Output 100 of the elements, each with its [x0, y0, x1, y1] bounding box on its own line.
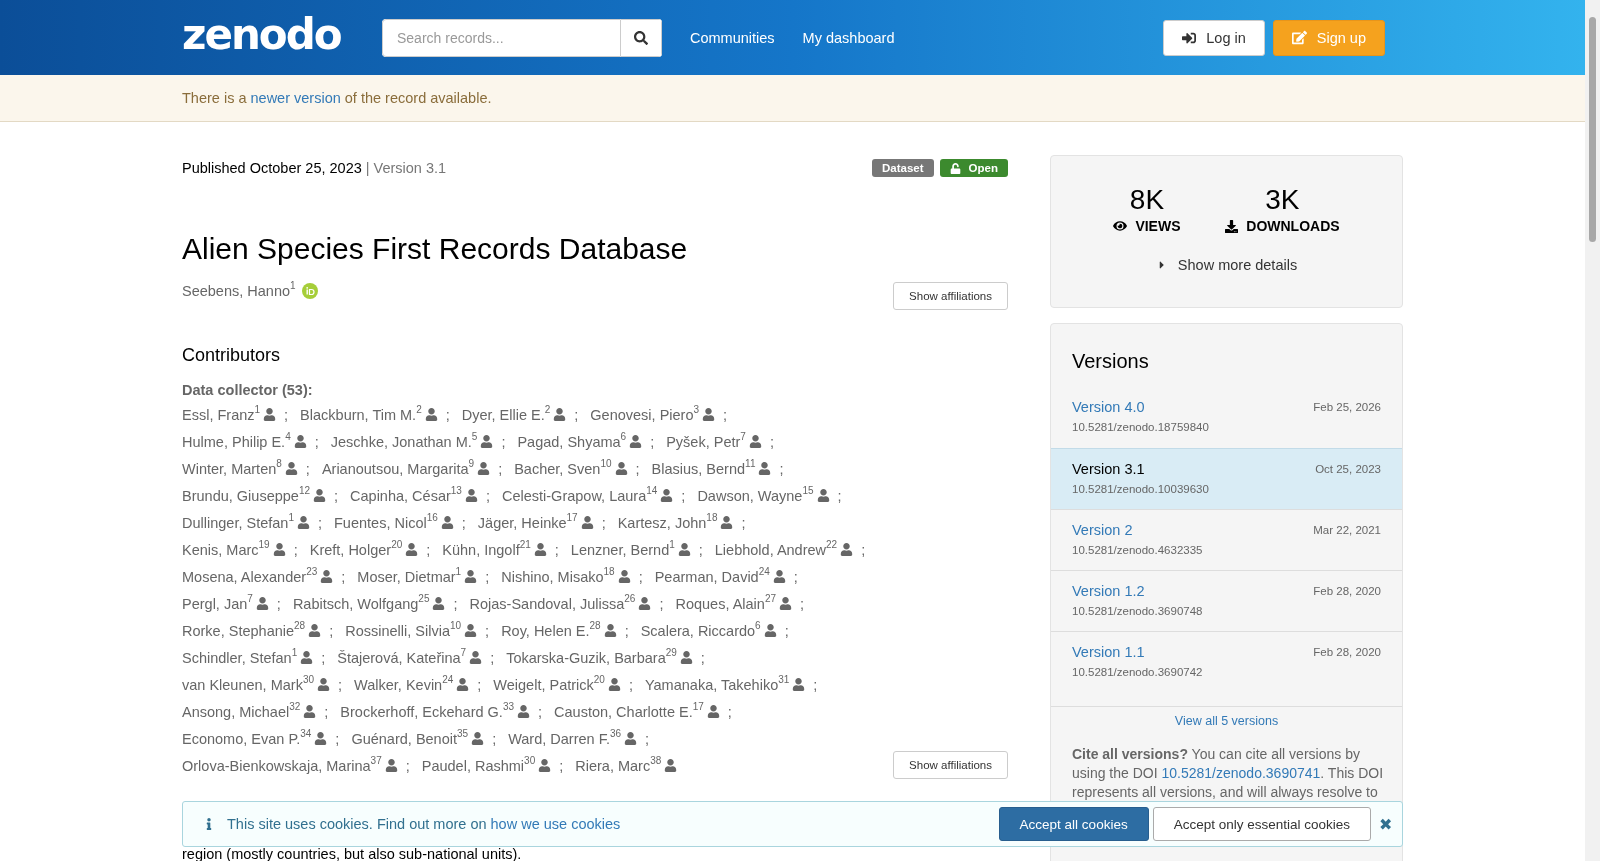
separator: ;: [538, 703, 543, 720]
person-icon: [477, 462, 491, 475]
contributor-name[interactable]: Bacher, Sven$^{10}$: [514, 458, 612, 479]
version-row[interactable]: Version 1.2 Feb 28, 2020 10.5281/zenodo.3690748: [1051, 570, 1402, 631]
contributor-name[interactable]: Brundu, Giuseppe$^{12}$: [182, 485, 310, 506]
contributor-name[interactable]: Capinha, César$^{13}$: [350, 485, 462, 506]
contributor-name[interactable]: Fuentes, Nicol$^{16}$: [334, 512, 438, 533]
contributor-name[interactable]: Rossinelli, Silvia$^{10}$: [345, 620, 462, 641]
version-row[interactable]: Version 3.1 Oct 25, 2023 10.5281/zenodo.10039630: [1051, 448, 1402, 509]
person-icon: [300, 651, 314, 664]
contributor-name[interactable]: Kühn, Ingolf$^{21}$: [442, 539, 531, 560]
version-link[interactable]: Version 1.1: [1072, 644, 1145, 660]
nav-link[interactable]: Communities: [690, 29, 775, 46]
contributor-name[interactable]: Essl, Franz$^{1}$: [182, 404, 261, 425]
contributor-name[interactable]: Rojas-Sandoval, Julissa$^{26}$: [469, 593, 636, 614]
contributor-name[interactable]: Dyer, Ellie E.$^{2}$: [461, 404, 551, 425]
person-icon: [424, 408, 438, 421]
contributor-name[interactable]: Hulme, Philip E.$^{4}$: [182, 431, 291, 452]
contributor-name[interactable]: Mosena, Alexander$^{23}$: [182, 566, 318, 587]
contributor-name[interactable]: Nishino, Misako$^{18}$: [501, 566, 615, 587]
separator: ;: [601, 514, 606, 531]
creator-name[interactable]: Seebens, Hanno$^{1}$: [182, 281, 296, 301]
show-affiliations-button[interactable]: Show affiliations: [893, 751, 1008, 779]
contributor-name[interactable]: Tokarska-Guzik, Barbara$^{29}$: [506, 647, 677, 668]
newer-version-link[interactable]: newer version: [250, 90, 341, 106]
contributor-name[interactable]: Štajerová, Kateřina$^{7}$: [337, 647, 467, 668]
cookie-policy-link[interactable]: how we use cookies: [490, 816, 621, 832]
contributor-name[interactable]: Orlova-Bienkowskaja, Marina$^{37}$: [182, 755, 382, 776]
contributor-name[interactable]: Pyšek, Petr$^{7}$: [666, 431, 746, 452]
show-affiliations-button[interactable]: Show affiliations: [893, 282, 1008, 310]
contributor-name[interactable]: Dawson, Wayne$^{15}$: [697, 485, 814, 506]
contributor-name[interactable]: Rorke, Stephanie$^{28}$: [182, 620, 306, 641]
contributor-name[interactable]: Economo, Evan P.$^{34}$: [182, 728, 312, 749]
contributor-name[interactable]: Yamanaka, Takehiko$^{31}$: [644, 674, 790, 695]
logo[interactable]: zenodo: [182, 13, 382, 56]
contributor-name[interactable]: Paudel, Rashmi$^{30}$: [421, 755, 536, 776]
contributor-name[interactable]: van Kleunen, Mark$^{30}$: [182, 674, 315, 695]
contributor-name[interactable]: Ansong, Michael$^{32}$: [182, 701, 301, 722]
contributor-name[interactable]: Winter, Marten$^{8}$: [182, 458, 282, 479]
contributor-name[interactable]: Ward, Darren F.$^{36}$: [508, 728, 622, 749]
contributor-name[interactable]: Blasius, Bernd$^{11}$: [651, 458, 756, 479]
contributor-name[interactable]: Riera, Marc$^{38}$: [575, 755, 662, 776]
contributor-name[interactable]: Walker, Kevin$^{24}$: [354, 674, 454, 695]
contributor-name[interactable]: Celesti-Grapow, Laura$^{14}$: [501, 485, 658, 506]
close-button[interactable]: ✖: [1379, 814, 1392, 834]
separator: ;: [645, 730, 650, 747]
contributor-name[interactable]: Lenzner, Bernd$^{1}$: [570, 539, 675, 560]
contributor-name[interactable]: Liebhold, Andrew$^{22}$: [714, 539, 838, 560]
contributor-name[interactable]: Kreft, Holger$^{20}$: [309, 539, 403, 560]
person-icon: [763, 624, 777, 637]
contributor-name[interactable]: Kenis, Marc$^{19}$: [182, 539, 270, 560]
contributor-name[interactable]: Guénard, Benoit$^{35}$: [351, 728, 469, 749]
separator: ;: [477, 676, 482, 693]
separator: ;: [485, 622, 490, 639]
contributor-name[interactable]: Jeschke, Jonathan M.$^{5}$: [330, 431, 478, 452]
contributor-name[interactable]: Genovesi, Piero$^{3}$: [590, 404, 700, 425]
view-all-versions-link[interactable]: View all 5 versions: [1051, 706, 1402, 731]
orcid-icon[interactable]: [301, 283, 318, 299]
separator: ;: [498, 460, 503, 477]
version-link[interactable]: Version 1.2: [1072, 583, 1145, 599]
show-more-details-button[interactable]: Show more details: [1149, 256, 1304, 274]
contributor-name[interactable]: Pagad, Shyama$^{6}$: [517, 431, 627, 452]
contributor-name[interactable]: Schindler, Stefan$^{1}$: [182, 647, 298, 668]
version-row[interactable]: Version 1.1 Feb 28, 2020 10.5281/zenodo.3690742: [1051, 631, 1402, 692]
separator: ;: [293, 541, 298, 558]
contributor-name[interactable]: Brockerhoff, Eckehard G.$^{33}$: [340, 701, 514, 722]
search-field[interactable]: Search records...: [382, 18, 621, 57]
contributor-name[interactable]: Moser, Dietmar$^{1}$: [357, 566, 462, 587]
login-button[interactable]: Log in: [1163, 19, 1265, 56]
version-row[interactable]: Version 2 Mar 22, 2021 10.5281/zenodo.4632335: [1051, 509, 1402, 570]
contributor-name[interactable]: Roy, Helen E.$^{28}$: [501, 620, 601, 641]
version-link[interactable]: Version 4.0: [1072, 399, 1145, 415]
contributor-name[interactable]: Jäger, Heinke$^{17}$: [477, 512, 578, 533]
version-row[interactable]: Version 4.0 Feb 25, 2026 10.5281/zenodo.18759840: [1051, 387, 1402, 448]
contributor-name[interactable]: Weigelt, Patrick$^{20}$: [493, 674, 605, 695]
contributor-name[interactable]: Kartesz, John$^{18}$: [617, 512, 718, 533]
accept-all-button[interactable]: Accept all cookies: [998, 807, 1149, 841]
contributor-name[interactable]: Dullinger, Stefan$^{1}$: [182, 512, 294, 533]
contributor-name[interactable]: Blackburn, Tim M.$^{2}$: [300, 404, 422, 425]
version-link[interactable]: Version 3.1: [1072, 461, 1145, 477]
accept-essential-button[interactable]: Accept only essential cookies: [1152, 807, 1371, 841]
person-icon: [293, 435, 307, 448]
version-link[interactable]: Version 2: [1072, 522, 1133, 538]
contributor-name[interactable]: Arianoutsou, Margarita$^{9}$: [321, 458, 475, 479]
separator: ;: [276, 595, 281, 612]
contributor-name[interactable]: Rabitsch, Wolfgang$^{25}$: [292, 593, 430, 614]
contributor-name[interactable]: Pergl, Jan$^{7}$: [182, 593, 253, 614]
contributor-name[interactable]: Pearman, David$^{24}$: [654, 566, 770, 587]
contributor-name[interactable]: Causton, Charlotte E.$^{17}$: [554, 701, 704, 722]
scrollbar[interactable]: [1585, 0, 1600, 861]
nav-link[interactable]: My dashboard: [802, 29, 895, 46]
record-title: Alien Species First Records Database: [182, 231, 689, 267]
scrollbar-thumb[interactable]: [1589, 17, 1596, 242]
separator: ;: [628, 676, 633, 693]
search-button[interactable]: [621, 18, 662, 57]
contributor-name[interactable]: Roques, Alain$^{27}$: [675, 593, 777, 614]
person-icon: [464, 624, 478, 637]
separator: ;: [861, 541, 866, 558]
contributor-name[interactable]: Scalera, Riccardo$^{6}$: [640, 620, 761, 641]
version-label: | Version 3.1: [365, 160, 447, 176]
